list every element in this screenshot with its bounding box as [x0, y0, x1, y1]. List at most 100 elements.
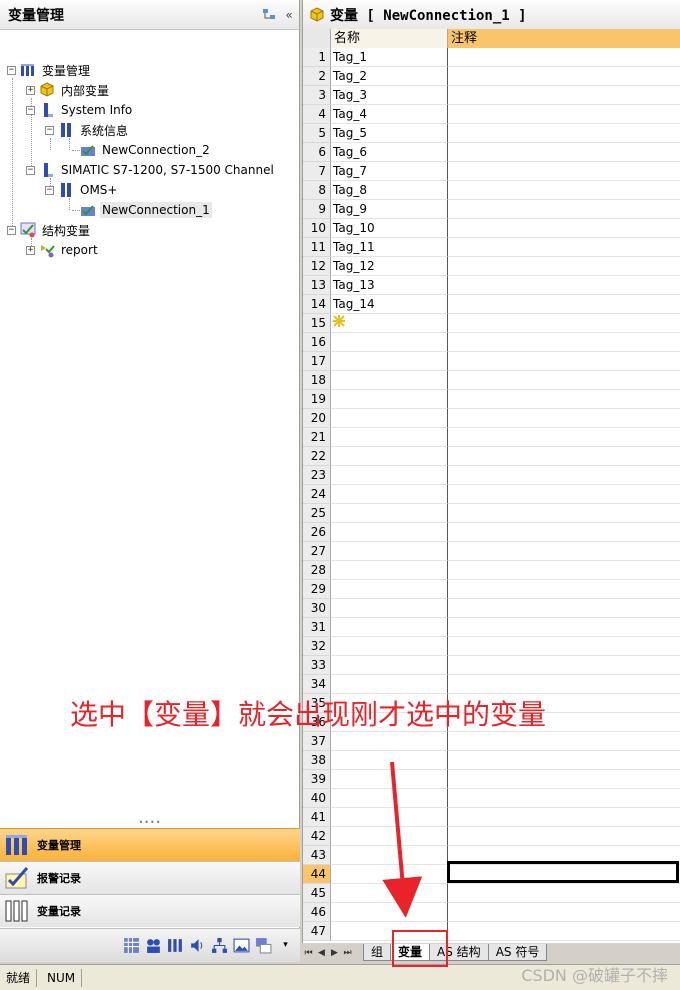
- name-cell[interactable]: [331, 580, 448, 599]
- name-cell[interactable]: Tag_1: [331, 48, 448, 67]
- name-cell[interactable]: Tag_12: [331, 257, 448, 276]
- collapse-panel-icon[interactable]: «: [279, 5, 299, 25]
- comment-cell[interactable]: [448, 409, 680, 428]
- users-icon[interactable]: [145, 937, 162, 954]
- row-number[interactable]: 23: [303, 466, 331, 485]
- row-number[interactable]: 28: [303, 561, 331, 580]
- row-number[interactable]: 22: [303, 447, 331, 466]
- tree-item-newconnection-1[interactable]: NewConnection_1: [80, 200, 212, 220]
- collapse-icon[interactable]: −: [7, 225, 16, 235]
- name-cell[interactable]: [331, 770, 448, 789]
- row-number[interactable]: 43: [303, 846, 331, 865]
- comment-cell[interactable]: [448, 542, 680, 561]
- comment-cell[interactable]: [448, 580, 680, 599]
- name-cell[interactable]: Tag_9: [331, 200, 448, 219]
- tree-item-structure-tags[interactable]: − 结构变量: [7, 220, 92, 240]
- selected-cell[interactable]: [447, 861, 679, 883]
- row-number[interactable]: 13: [303, 276, 331, 295]
- name-cell[interactable]: [331, 732, 448, 751]
- comment-cell[interactable]: [448, 732, 680, 751]
- comment-cell[interactable]: [448, 618, 680, 637]
- comment-cell[interactable]: [448, 561, 680, 580]
- name-cell[interactable]: [331, 352, 448, 371]
- collapse-icon[interactable]: −: [45, 125, 54, 135]
- comment-cell[interactable]: [448, 903, 680, 922]
- comment-cell[interactable]: [448, 637, 680, 656]
- tree-item-newconnection-2[interactable]: NewConnection_2: [80, 140, 212, 160]
- name-cell[interactable]: [331, 428, 448, 447]
- row-number[interactable]: 21: [303, 428, 331, 447]
- comment-cell[interactable]: [448, 466, 680, 485]
- comment-cell[interactable]: [448, 86, 680, 105]
- row-number[interactable]: 46: [303, 903, 331, 922]
- name-cell[interactable]: [331, 637, 448, 656]
- row-number[interactable]: 24: [303, 485, 331, 504]
- row-number[interactable]: 37: [303, 732, 331, 751]
- text-library-icon[interactable]: [255, 937, 272, 954]
- comment-cell[interactable]: [448, 827, 680, 846]
- name-cell[interactable]: [331, 599, 448, 618]
- comment-cell[interactable]: [448, 67, 680, 86]
- row-number[interactable]: 40: [303, 789, 331, 808]
- name-cell[interactable]: Tag_14: [331, 295, 448, 314]
- row-number[interactable]: 31: [303, 618, 331, 637]
- comment-cell[interactable]: [448, 884, 680, 903]
- comment-cell[interactable]: [448, 485, 680, 504]
- row-number[interactable]: 7: [303, 162, 331, 181]
- tree-item-report[interactable]: + report: [26, 240, 100, 260]
- row-number[interactable]: 1: [303, 48, 331, 67]
- tree-item-oms-plus[interactable]: − OMS+: [45, 180, 119, 200]
- name-cell[interactable]: [331, 865, 448, 884]
- row-number[interactable]: 2: [303, 67, 331, 86]
- comment-cell[interactable]: [448, 675, 680, 694]
- comment-cell[interactable]: [448, 238, 680, 257]
- row-number[interactable]: 3: [303, 86, 331, 105]
- comment-cell[interactable]: [448, 751, 680, 770]
- name-cell[interactable]: [331, 656, 448, 675]
- network-icon[interactable]: [211, 937, 228, 954]
- row-number[interactable]: 5: [303, 124, 331, 143]
- comment-cell[interactable]: [448, 333, 680, 352]
- name-cell[interactable]: [331, 390, 448, 409]
- name-cell[interactable]: [331, 333, 448, 352]
- comment-cell[interactable]: [448, 48, 680, 67]
- collapse-icon[interactable]: −: [26, 105, 35, 115]
- speaker-icon[interactable]: [189, 937, 206, 954]
- comment-cell[interactable]: [448, 808, 680, 827]
- tags-icon[interactable]: [167, 937, 184, 954]
- comment-cell[interactable]: [448, 124, 680, 143]
- nav-tag-management[interactable]: 变量管理: [0, 828, 300, 861]
- row-number[interactable]: 47: [303, 922, 331, 941]
- name-cell[interactable]: Tag_6: [331, 143, 448, 162]
- comment-cell[interactable]: [448, 504, 680, 523]
- name-cell[interactable]: [331, 523, 448, 542]
- row-number[interactable]: 19: [303, 390, 331, 409]
- comment-cell[interactable]: [448, 181, 680, 200]
- name-cell[interactable]: Tag_2: [331, 67, 448, 86]
- comment-cell[interactable]: [448, 314, 680, 333]
- comment-cell[interactable]: [448, 599, 680, 618]
- expand-icon[interactable]: +: [26, 85, 35, 95]
- row-number[interactable]: 9: [303, 200, 331, 219]
- comment-cell[interactable]: [448, 219, 680, 238]
- comment-cell[interactable]: [448, 789, 680, 808]
- name-cell[interactable]: [331, 827, 448, 846]
- row-number[interactable]: 17: [303, 352, 331, 371]
- comment-cell[interactable]: [448, 143, 680, 162]
- last-tab-icon[interactable]: ⏭: [341, 948, 354, 958]
- comment-cell[interactable]: [448, 276, 680, 295]
- tree-item-s7-channel[interactable]: − SIMATIC S7-1200, S7-1500 Channel: [26, 160, 276, 180]
- prev-tab-icon[interactable]: ◀: [315, 948, 328, 958]
- picture-icon[interactable]: [233, 937, 250, 954]
- tab-group[interactable]: 组: [363, 944, 392, 961]
- name-cell[interactable]: [331, 561, 448, 580]
- row-number[interactable]: 11: [303, 238, 331, 257]
- column-header-comment[interactable]: 注释: [448, 29, 680, 48]
- filter-icon[interactable]: [259, 5, 279, 25]
- comment-cell[interactable]: [448, 352, 680, 371]
- comment-cell[interactable]: [448, 200, 680, 219]
- tree-item-tag-management[interactable]: − 变量管理: [7, 60, 92, 80]
- panel-splitter[interactable]: ••••: [0, 818, 300, 827]
- expand-icon[interactable]: +: [26, 245, 35, 255]
- row-number[interactable]: 16: [303, 333, 331, 352]
